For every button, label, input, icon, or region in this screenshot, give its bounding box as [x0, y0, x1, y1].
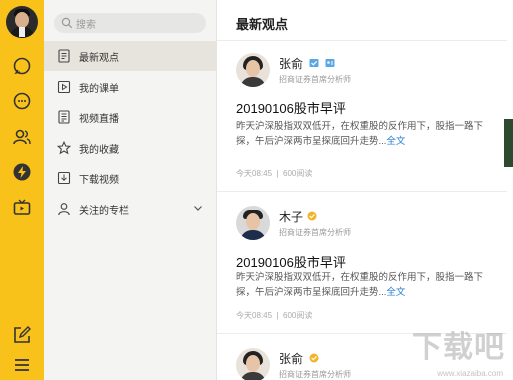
author-title: 招商证券首席分析师 — [279, 75, 351, 84]
watermark-logo: 下载吧 — [412, 331, 505, 364]
sidebar-item-downloads[interactable]: 下载视频 — [44, 163, 216, 193]
avatar[interactable] — [236, 206, 270, 240]
read-more-link[interactable]: 全文 — [386, 136, 405, 147]
sidebar-item-favorites[interactable]: 我的收藏 — [44, 133, 216, 163]
avatar[interactable] — [236, 348, 270, 380]
post-meta: 今天08:45 | 600阅读 — [236, 169, 313, 178]
user-icon — [58, 203, 70, 216]
chat-bubble-icon[interactable] — [12, 56, 32, 76]
post-summary: 昨天沪深股指双双低开，在权重股的反作用下，股指一路下探，午后沪深两市呈探底回升走… — [236, 272, 484, 298]
sidebar-item-label: 最新观点 — [79, 53, 119, 64]
author-name[interactable]: 张俞 — [279, 55, 303, 72]
id-card-icon — [325, 59, 335, 67]
thumbnail-image[interactable] — [504, 119, 513, 167]
tv-icon[interactable] — [12, 198, 32, 218]
sidebar-item-followed-columns[interactable]: 关注的专栏 — [44, 194, 216, 224]
sidebar-item-label: 我的收藏 — [79, 145, 119, 156]
sidebar-item-latest[interactable]: 最新观点 — [44, 41, 216, 71]
divider — [217, 40, 507, 41]
page-title: 最新观点 — [236, 17, 289, 32]
sidebar-item-label: 下载视频 — [79, 175, 119, 186]
menu-icon[interactable] — [12, 355, 32, 375]
sidebar-item-label: 我的课单 — [79, 84, 119, 95]
live-doc-icon — [58, 110, 70, 124]
watermark-url: www.xiazaiba.com — [437, 369, 503, 378]
user-avatar[interactable] — [6, 6, 38, 38]
author-name[interactable]: 木子 — [279, 208, 303, 225]
verified-icon — [309, 353, 319, 363]
document-icon — [58, 49, 70, 63]
verified-icon — [309, 59, 319, 67]
author-name[interactable]: 张俞 — [279, 350, 303, 367]
chevron-down-icon[interactable] — [192, 202, 204, 214]
main-content: 最新观点 张俞 招商证券首席分析师 20190106股市早评 昨天沪深股指双双低… — [217, 0, 513, 380]
post-title[interactable]: 20190106股市早评 — [236, 98, 346, 117]
sidebar: 搜索 最新观点 我的课单 视频直播 我的收藏 下载视频 关注的专栏 — [44, 0, 217, 380]
sidebar-item-live[interactable]: 视频直播 — [44, 102, 216, 132]
author-title: 招商证券首席分析师 — [279, 370, 351, 379]
sidebar-item-label: 关注的专栏 — [79, 206, 129, 217]
sidebar-item-courses[interactable]: 我的课单 — [44, 72, 216, 102]
author-title: 招商证券首席分析师 — [279, 228, 351, 237]
download-icon — [57, 171, 71, 185]
contacts-icon[interactable] — [12, 127, 32, 147]
search-placeholder: 搜索 — [76, 20, 96, 31]
post-summary: 昨天沪深股指双双低开，在权重股的反作用下，股指一路下探，午后沪深两市呈探底回升走… — [236, 121, 484, 147]
message-icon[interactable] — [12, 91, 32, 111]
star-icon — [57, 141, 71, 155]
post-title[interactable]: 20190106股市早评 — [236, 252, 346, 271]
search-input[interactable]: 搜索 — [54, 13, 206, 33]
left-rail — [0, 0, 44, 380]
verified-icon — [307, 211, 317, 221]
play-list-icon — [57, 80, 71, 94]
flash-icon[interactable] — [12, 162, 32, 182]
divider — [217, 191, 507, 192]
avatar[interactable] — [236, 53, 270, 87]
post-meta: 今天08:45 | 600阅读 — [236, 311, 313, 320]
sidebar-item-label: 视频直播 — [79, 114, 119, 125]
read-more-link[interactable]: 全文 — [386, 287, 405, 298]
search-icon — [61, 17, 73, 29]
edit-icon[interactable] — [12, 325, 32, 345]
